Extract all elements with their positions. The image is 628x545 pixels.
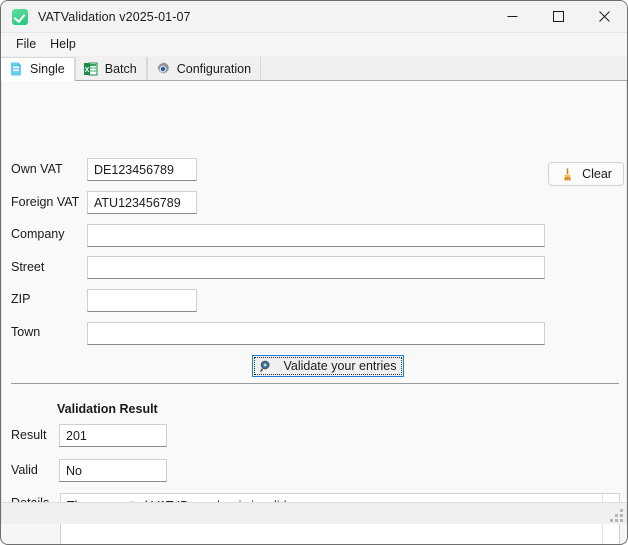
tab-single[interactable]: Single xyxy=(1,57,75,81)
minimize-button[interactable] xyxy=(489,1,535,32)
result-value-field[interactable] xyxy=(59,424,167,447)
menu-item-file[interactable]: File xyxy=(9,35,43,53)
app-window: VATValidation v2025-01-07 File Help Sing… xyxy=(0,0,628,545)
broom-icon xyxy=(564,167,572,180)
document-icon xyxy=(11,62,21,76)
excel-spreadsheet-icon: X xyxy=(83,62,98,75)
tab-batch[interactable]: X Batch xyxy=(74,57,147,80)
menu-bar: File Help xyxy=(1,33,627,56)
tab-configuration-label: Configuration xyxy=(176,61,252,76)
validate-button-label: Validate your entries xyxy=(283,359,397,373)
label-foreign-vat: Foreign VAT xyxy=(11,195,80,209)
magnifier-icon xyxy=(260,360,270,373)
tab-batch-label: Batch xyxy=(104,61,137,76)
check-badge-icon xyxy=(12,8,28,25)
tab-single-label: Single xyxy=(30,62,65,76)
valid-value-field[interactable] xyxy=(59,459,167,482)
tab-strip: Single X Batch Configuration xyxy=(1,56,627,81)
close-button[interactable] xyxy=(581,1,627,32)
town-input[interactable] xyxy=(87,322,545,345)
label-result: Result xyxy=(11,428,47,442)
title-bar: VATValidation v2025-01-07 xyxy=(1,1,627,33)
maximize-button[interactable] xyxy=(535,1,581,32)
validation-result-heading: Validation Result xyxy=(57,402,158,416)
label-street: Street xyxy=(11,260,45,274)
client-area: Own VAT Foreign VAT Company Street ZIP T… xyxy=(1,81,627,544)
clear-button[interactable]: Clear xyxy=(548,162,624,186)
own-vat-input[interactable] xyxy=(87,158,197,181)
clear-button-label: Clear xyxy=(582,167,612,181)
label-town: Town xyxy=(11,325,41,339)
resize-grip[interactable] xyxy=(610,509,623,522)
label-own-vat: Own VAT xyxy=(11,162,63,176)
window-title: VATValidation v2025-01-07 xyxy=(38,9,191,24)
gear-icon xyxy=(157,61,170,74)
window-controls xyxy=(489,1,627,32)
zip-input[interactable] xyxy=(87,289,197,312)
menu-item-help[interactable]: Help xyxy=(43,35,83,53)
label-valid: Valid xyxy=(11,463,38,477)
validate-button[interactable]: Validate your entries xyxy=(252,355,404,377)
company-input[interactable] xyxy=(87,224,545,247)
label-zip: ZIP xyxy=(11,292,31,306)
status-bar xyxy=(2,502,626,524)
label-company: Company xyxy=(11,227,65,241)
tab-configuration[interactable]: Configuration xyxy=(146,57,262,80)
foreign-vat-input[interactable] xyxy=(87,191,197,214)
street-input[interactable] xyxy=(87,256,545,279)
section-divider xyxy=(11,383,619,384)
svg-text:X: X xyxy=(84,67,89,74)
